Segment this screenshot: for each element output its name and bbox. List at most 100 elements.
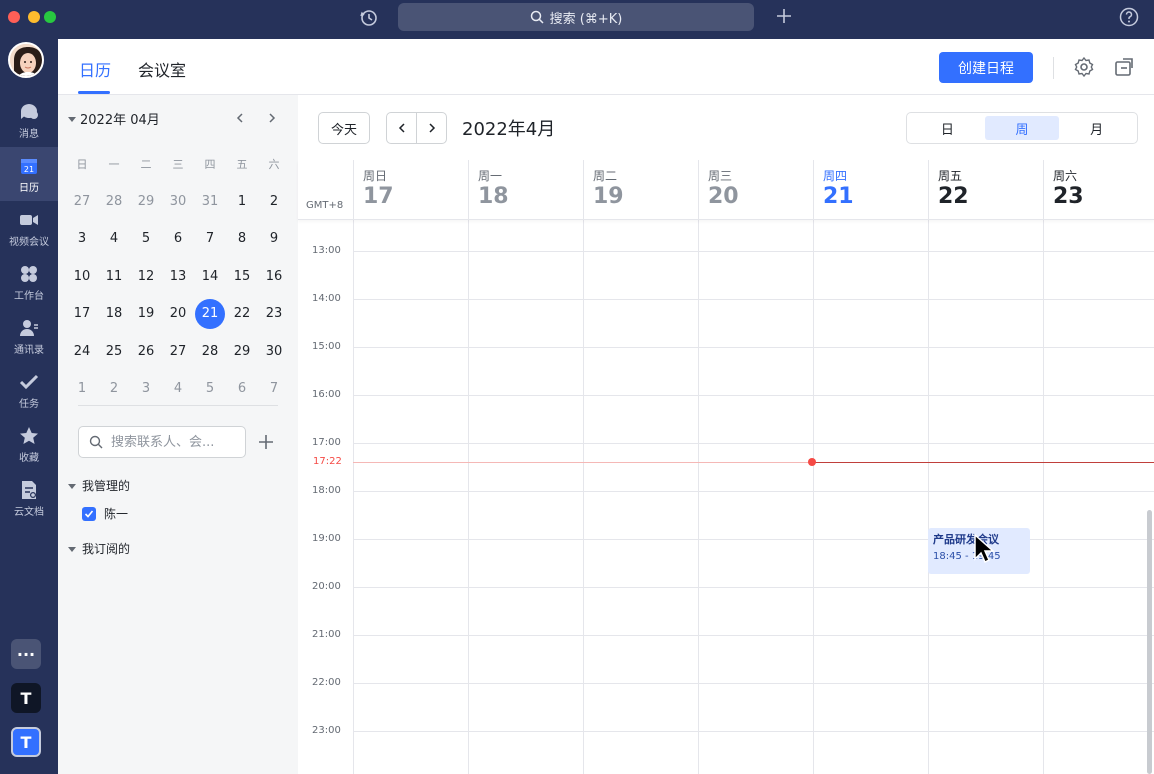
mini-day[interactable]: 28 xyxy=(98,194,130,209)
view-day-button[interactable]: 日 xyxy=(910,116,985,140)
rail-item-contacts[interactable]: 通讯录 xyxy=(0,309,58,363)
mini-day[interactable]: 2 xyxy=(258,194,290,209)
task-icon xyxy=(19,374,39,390)
mini-day[interactable]: 6 xyxy=(226,381,258,396)
mini-day[interactable]: 12 xyxy=(130,269,162,284)
mini-day[interactable]: 11 xyxy=(98,269,130,284)
mini-day[interactable]: 15 xyxy=(226,269,258,284)
tab-calendar[interactable]: 日历 xyxy=(79,57,111,81)
mini-day[interactable]: 24 xyxy=(66,344,98,359)
mini-day[interactable]: 8 xyxy=(226,231,258,246)
calendar-item-label: 陈一 xyxy=(104,507,129,521)
mini-day[interactable]: 23 xyxy=(258,306,290,321)
mini-day[interactable]: 17 xyxy=(66,306,98,321)
rail-item-video[interactable]: 视频会议 xyxy=(0,201,58,255)
global-search-button[interactable]: 搜索 (⌘+K) xyxy=(398,3,754,31)
more-apps-button[interactable]: ··· xyxy=(11,639,41,669)
rail-item-docs[interactable]: 云文档 xyxy=(0,471,58,525)
help-icon[interactable] xyxy=(1118,6,1140,28)
tab-meeting-room[interactable]: 会议室 xyxy=(138,57,186,81)
share-window-icon[interactable] xyxy=(1113,56,1135,78)
mini-day[interactable]: 4 xyxy=(162,381,194,396)
mini-day[interactable]: 10 xyxy=(66,269,98,284)
rail-item-tasks[interactable]: 任务 xyxy=(0,363,58,417)
mini-day[interactable]: 30 xyxy=(162,194,194,209)
mini-day[interactable]: 7 xyxy=(258,381,290,396)
view-month-button[interactable]: 月 xyxy=(1059,116,1134,140)
mini-day[interactable]: 5 xyxy=(130,231,162,246)
mini-calendar-header[interactable]: 2022年 04月 xyxy=(68,109,160,128)
time-grid[interactable]: 13:00 14:00 15:00 16:00 17:00 18:00 19:00 20:00… xyxy=(298,220,1154,774)
mini-day[interactable]: 31 xyxy=(194,194,226,209)
zoom-window-button[interactable] xyxy=(44,11,56,23)
close-window-button[interactable] xyxy=(8,11,20,23)
today-button[interactable]: 今天 xyxy=(318,112,370,144)
mini-day[interactable]: 27 xyxy=(66,194,98,209)
mini-day[interactable]: 28 xyxy=(194,344,226,359)
group-managed[interactable]: 我管理的 xyxy=(68,477,130,494)
mini-day[interactable]: 2 xyxy=(98,381,130,396)
mini-day[interactable]: 6 xyxy=(162,231,194,246)
view-week-button[interactable]: 周 xyxy=(984,116,1060,140)
mini-next-month-button[interactable] xyxy=(262,108,282,128)
contact-search-box[interactable] xyxy=(78,426,246,458)
day-header-date: 19 xyxy=(593,184,624,209)
mini-day[interactable]: 19 xyxy=(130,306,162,321)
minimize-window-button[interactable] xyxy=(28,11,40,23)
workspace-icon xyxy=(21,266,37,282)
rail-item-favorites[interactable]: 收藏 xyxy=(0,417,58,471)
mini-day[interactable]: 26 xyxy=(130,344,162,359)
mini-day[interactable]: 30 xyxy=(258,344,290,359)
group-subscribed[interactable]: 我订阅的 xyxy=(68,540,130,557)
vertical-scrollbar[interactable] xyxy=(1147,510,1152,774)
mini-day[interactable]: 29 xyxy=(130,194,162,209)
day-header-23[interactable]: 周六 23 xyxy=(1043,160,1154,220)
next-week-button[interactable] xyxy=(417,113,446,143)
mini-day[interactable]: 3 xyxy=(130,381,162,396)
day-header-18[interactable]: 周一 18 xyxy=(468,160,583,220)
mini-day[interactable]: 1 xyxy=(226,194,258,209)
mini-prev-month-button[interactable] xyxy=(230,108,250,128)
history-icon[interactable] xyxy=(358,7,380,29)
mini-day-today[interactable]: 21 xyxy=(194,299,226,330)
day-header-17[interactable]: 周日 17 xyxy=(353,160,468,220)
gear-icon[interactable] xyxy=(1073,56,1095,78)
day-header-22[interactable]: 周五 22 xyxy=(928,160,1043,220)
rail-item-messages[interactable]: 消息 xyxy=(0,93,58,147)
rail-item-calendar[interactable]: 21 日历 xyxy=(0,147,58,201)
mini-day[interactable]: 20 xyxy=(162,306,194,321)
mini-day[interactable]: 27 xyxy=(162,344,194,359)
mini-day[interactable]: 13 xyxy=(162,269,194,284)
create-event-button[interactable]: 创建日程 xyxy=(939,52,1033,83)
day-header-20[interactable]: 周三 20 xyxy=(698,160,813,220)
mini-day[interactable]: 25 xyxy=(98,344,130,359)
add-calendar-icon[interactable] xyxy=(256,432,276,452)
day-header-21[interactable]: 周四 21 xyxy=(813,160,928,220)
add-icon[interactable] xyxy=(774,6,794,26)
mini-day-number: 5 xyxy=(205,381,215,397)
rail-item-workspace[interactable]: 工作台 xyxy=(0,255,58,309)
mini-day-number: 11 xyxy=(105,268,123,284)
mini-day[interactable]: 4 xyxy=(98,231,130,246)
calendar-item-chenyi[interactable]: 陈一 xyxy=(82,505,128,522)
mini-day[interactable]: 18 xyxy=(98,306,130,321)
mini-day[interactable]: 1 xyxy=(66,381,98,396)
user-avatar[interactable] xyxy=(8,42,44,78)
mini-day-number: 16 xyxy=(265,268,283,284)
mini-weekday: 日 xyxy=(76,157,88,171)
rail-label: 收藏 xyxy=(19,453,39,464)
mini-day[interactable]: 14 xyxy=(194,269,226,284)
calendar-checkbox[interactable] xyxy=(82,506,96,521)
day-header-19[interactable]: 周二 19 xyxy=(583,160,698,220)
prev-week-button[interactable] xyxy=(387,113,417,143)
mini-day[interactable]: 3 xyxy=(66,231,98,246)
workspace-t-active-button[interactable]: T xyxy=(11,727,41,757)
mini-day[interactable]: 22 xyxy=(226,306,258,321)
mini-day[interactable]: 9 xyxy=(258,231,290,246)
mini-day[interactable]: 7 xyxy=(194,231,226,246)
mini-day[interactable]: 29 xyxy=(226,344,258,359)
mini-day[interactable]: 5 xyxy=(194,381,226,396)
mini-day[interactable]: 16 xyxy=(258,269,290,284)
workspace-t-button[interactable]: T xyxy=(11,683,41,713)
contact-search-input[interactable] xyxy=(109,433,239,451)
